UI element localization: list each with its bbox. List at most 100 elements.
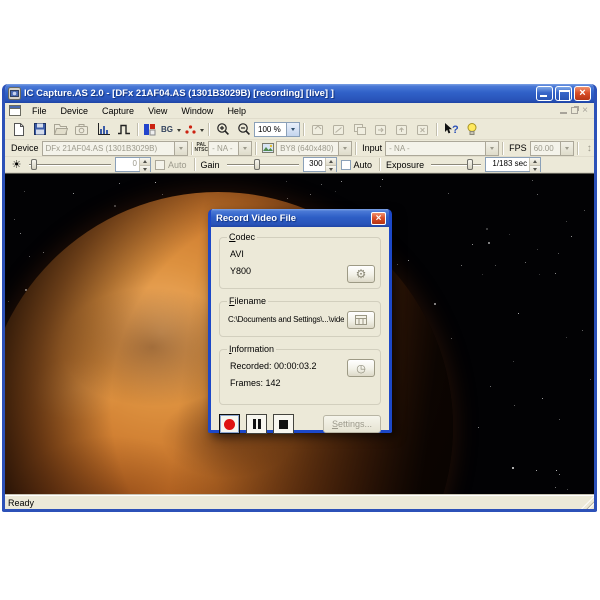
capture-tool-button-1[interactable] xyxy=(307,120,328,139)
star xyxy=(29,256,30,257)
zoom-out-icon xyxy=(237,122,251,136)
device-label: Device xyxy=(8,143,42,153)
open-folder-icon xyxy=(53,123,68,136)
capture-tool-button-4[interactable] xyxy=(370,120,391,139)
menu-window[interactable]: Window xyxy=(174,105,220,117)
tip-of-day-button[interactable] xyxy=(461,120,482,139)
open-file-button[interactable] xyxy=(50,120,71,139)
device-combo-value: DFx 21AF04.AS (1301B3029B) xyxy=(43,144,174,153)
record-video-dialog: Record Video File Codec AVI Y800 Filenam… xyxy=(208,209,392,433)
mdi-close-button[interactable]: × xyxy=(582,107,588,115)
background-color-button[interactable] xyxy=(141,120,158,139)
menu-file[interactable]: File xyxy=(25,105,54,117)
brightness-value: 0 xyxy=(116,158,139,171)
exposure-spinbox[interactable]: 1/183 sec xyxy=(485,157,541,172)
input-combo-value: - NA - xyxy=(386,144,485,153)
star xyxy=(310,194,311,195)
exposure-slider[interactable] xyxy=(431,158,481,171)
close-button[interactable] xyxy=(574,86,591,101)
exposure-spin-arrows[interactable] xyxy=(529,158,540,171)
toolbar-separator xyxy=(137,123,138,136)
mdi-document-icon xyxy=(9,105,21,116)
star xyxy=(590,379,591,380)
capture-icon-d xyxy=(374,123,388,136)
gain-slider-track xyxy=(227,164,299,165)
brightness-spinbox[interactable]: 0 xyxy=(115,157,151,172)
dialog-body: Codec AVI Y800 Filename C:\Documents and… xyxy=(211,227,389,440)
minimize-button[interactable] xyxy=(536,86,553,101)
star xyxy=(525,262,526,263)
star xyxy=(537,194,538,195)
menu-device[interactable]: Device xyxy=(54,105,96,117)
device-combo[interactable]: DFx 21AF04.AS (1301B3029B) xyxy=(42,141,188,156)
record-button[interactable] xyxy=(219,414,240,434)
mdi-minimize-button[interactable] xyxy=(560,107,567,114)
toolbar-separator xyxy=(379,158,380,171)
brightness-button[interactable]: ☀ xyxy=(8,155,25,174)
flip-vertical-button[interactable]: ↕ xyxy=(581,139,597,158)
save-image-button[interactable] xyxy=(29,120,50,139)
video-norm-combo-arrow[interactable] xyxy=(238,142,251,155)
dialog-close-button[interactable] xyxy=(371,212,386,225)
brightness-spin-arrows[interactable] xyxy=(139,158,150,171)
timer-button[interactable] xyxy=(347,359,375,377)
star xyxy=(512,467,514,469)
resize-grip[interactable] xyxy=(581,496,594,509)
video-format-combo-arrow[interactable] xyxy=(338,142,351,155)
star xyxy=(556,470,557,471)
menu-help[interactable]: Help xyxy=(220,105,253,117)
capture-tool-button-5[interactable] xyxy=(391,120,412,139)
video-norm-combo[interactable]: - NA - xyxy=(208,141,252,156)
maximize-button[interactable] xyxy=(555,86,572,101)
brightness-slider-thumb[interactable] xyxy=(31,159,37,170)
fps-combo[interactable]: 60.00 xyxy=(530,141,574,156)
gain-spin-arrows[interactable] xyxy=(325,158,336,171)
brightness-auto-checkbox[interactable] xyxy=(155,160,165,170)
capture-tool-button-3[interactable] xyxy=(349,120,370,139)
gain-slider[interactable] xyxy=(227,158,299,171)
gain-value: 300 xyxy=(304,158,325,171)
toolbar-separator xyxy=(194,158,195,171)
histogram-button[interactable] xyxy=(92,120,113,139)
white-balance-dropdown-arrow[interactable] xyxy=(200,129,204,134)
container-format-text: AVI xyxy=(230,249,374,259)
video-format-combo[interactable]: BY8 (640x480) xyxy=(276,141,352,156)
star xyxy=(536,470,537,471)
zoom-combo-arrow[interactable] xyxy=(286,123,299,136)
pause-button[interactable] xyxy=(246,414,267,434)
new-file-button[interactable] xyxy=(8,120,29,139)
mdi-restore-button[interactable] xyxy=(571,107,578,114)
capture-tool-button-6[interactable] xyxy=(412,120,433,139)
gain-auto-checkbox[interactable] xyxy=(341,160,351,170)
bg-dropdown-arrow[interactable] xyxy=(177,129,181,134)
star xyxy=(341,181,342,182)
zoom-in-button[interactable] xyxy=(212,120,233,139)
fps-combo-arrow[interactable] xyxy=(560,142,573,155)
settings-button[interactable]: Settings... xyxy=(323,415,381,433)
star xyxy=(461,265,462,266)
input-combo[interactable]: - NA - xyxy=(385,141,499,156)
stop-button[interactable] xyxy=(273,414,294,434)
zoom-out-button[interactable] xyxy=(233,120,254,139)
context-help-button[interactable]: ? xyxy=(440,120,461,139)
star xyxy=(382,179,383,180)
device-combo-arrow[interactable] xyxy=(174,142,187,155)
snapshot-button[interactable] xyxy=(71,120,92,139)
zoom-level-combo[interactable]: 100 % xyxy=(254,122,300,137)
brightness-slider[interactable] xyxy=(29,158,111,171)
gain-slider-thumb[interactable] xyxy=(254,159,260,170)
menu-view[interactable]: View xyxy=(141,105,174,117)
filename-group: Filename C:\Documents and Settings\...\v… xyxy=(219,301,381,337)
input-combo-arrow[interactable] xyxy=(485,142,498,155)
white-balance-button[interactable] xyxy=(182,120,199,139)
dialog-titlebar[interactable]: Record Video File xyxy=(211,209,389,227)
bg-button-label[interactable]: BG xyxy=(158,125,176,134)
browse-button[interactable] xyxy=(347,311,375,329)
capture-tool-button-2[interactable] xyxy=(328,120,349,139)
menu-capture[interactable]: Capture xyxy=(95,105,141,117)
trigger-button[interactable] xyxy=(113,120,134,139)
codec-settings-button[interactable] xyxy=(347,265,375,283)
gain-spinbox[interactable]: 300 xyxy=(303,157,337,172)
exposure-slider-thumb[interactable] xyxy=(467,159,473,170)
video-format-button[interactable] xyxy=(259,139,276,158)
